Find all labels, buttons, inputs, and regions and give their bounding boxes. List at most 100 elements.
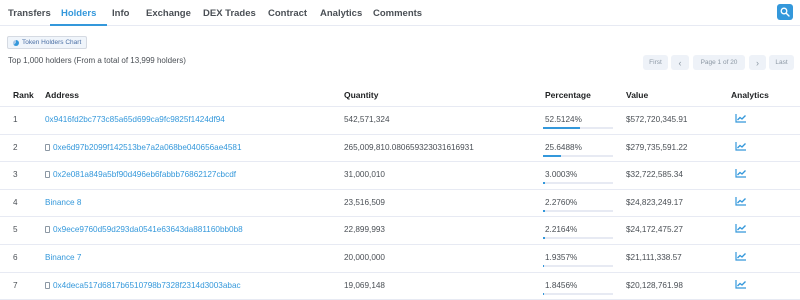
percentage-bar-fill [543,209,545,212]
address-link[interactable]: 0x4deca517d6817b6510798b7328f2314d3003ab… [45,281,241,290]
tab-holders[interactable]: Holders [61,8,96,19]
percentage-bar-track [543,154,613,157]
analytics-chart-icon[interactable] [735,168,747,178]
percentage-bar-track [543,127,613,129]
percentage-bar-track [543,292,613,295]
tab-analytics[interactable]: Analytics [320,8,362,19]
address-text: 0xe6d97b2099f142513be7a2a068be040656ae45… [53,142,242,152]
analytics-chart-icon[interactable] [735,223,747,233]
value-cell: $24,823,249.17 [626,197,683,207]
percentage-cell: 2.2164% [545,225,578,235]
analytics-chart-icon[interactable] [735,196,747,206]
value-cell: $572,720,345.91 [626,115,688,124]
contract-file-icon [45,281,50,289]
value-cell: $32,722,585.34 [626,170,683,180]
percentage-bar-fill [543,154,561,157]
percentage-cell: 25.6488% [545,142,582,152]
value-cell: $279,735,591.22 [626,142,688,152]
search-icon [780,7,790,17]
value-cell: $21,111,338.57 [626,253,682,262]
quantity-cell: 19,069,148 [344,280,385,290]
pagination-first-button[interactable]: First [643,55,668,70]
tab-dex-trades[interactable]: DEX Trades [203,8,256,19]
pagination-page-indicator: Page 1 of 20 [693,55,745,70]
address-link[interactable]: 0xe6d97b2099f142513be7a2a068be040656ae45… [45,143,242,152]
address-link[interactable]: Binance 8 [45,198,81,207]
tab-exchange[interactable]: Exchange [146,8,191,19]
percentage-bar-fill [543,127,580,129]
rank-cell: 2 [13,142,18,152]
percentage-bar-fill [543,237,545,240]
address-link[interactable]: 0x2e081a849a5bf90d496eb6fabbb76862127cbc… [45,170,236,179]
tab-bar: Transfers Holders Info Exchange DEX Trad… [0,0,800,26]
active-tab-indicator [50,24,107,26]
percentage-cell: 3.0003% [545,170,578,180]
rank-cell: 7 [13,280,18,290]
column-header-rank: Rank [13,90,34,100]
address-text: Binance 7 [45,253,82,262]
rank-cell: 4 [13,197,18,207]
address-link[interactable]: 0x9416fd2bc773c85a65d699ca9fc9825f1424df… [45,115,225,124]
holders-summary: Top 1,000 holders (From a total of 13,99… [8,56,186,65]
tab-comments[interactable]: Comments [373,8,422,19]
quantity-cell: 23,516,509 [344,197,385,207]
percentage-bar-fill [543,292,545,295]
percentage-cell: 52.5124% [545,115,582,124]
tab-info[interactable]: Info [112,8,129,19]
address-text: 0x9416fd2bc773c85a65d699ca9fc9825f1424df… [45,115,225,124]
analytics-chart-icon[interactable] [735,141,747,151]
pagination-prev-button[interactable]: ‹ [671,55,689,70]
rank-cell: 6 [13,253,18,262]
table-row: 2 0xe6d97b2099f142513be7a2a068be040656ae4… [0,135,800,163]
token-holders-chart-label: Token Holders Chart [22,39,82,46]
column-header-quantity: Quantity [344,90,379,100]
address-text: 0x9ece9760d59d293da0541e63643da881160bb0… [53,225,243,235]
analytics-chart-icon[interactable] [735,113,747,123]
address-text: 0x2e081a849a5bf90d496eb6fabbb76862127cbc… [53,170,237,180]
table-row: 5 0x9ece9760d59d293da0541e63643da881160bb… [0,217,800,245]
rank-cell: 5 [13,225,18,235]
pagination-next-button[interactable]: › [749,55,766,70]
percentage-bar-fill [543,265,545,267]
column-header-value: Value [626,90,649,100]
value-cell: $20,128,761.98 [626,280,683,290]
table-row: 4 Binance 8 23,516,509 2.2760% $24,823,249.1… [0,190,800,218]
address-text: 0x4deca517d6817b6510798b7328f2314d3003ab… [53,280,241,290]
tab-transfers[interactable]: Transfers [8,8,51,19]
quantity-cell: 20,000,000 [344,253,385,262]
column-header-address: Address [45,90,80,100]
quantity-cell: 31,000,010 [344,170,385,180]
percentage-bar-track [543,182,613,185]
pagination-last-button[interactable]: Last [769,55,794,70]
pie-chart-icon [13,39,19,46]
address-link[interactable]: Binance 7 [45,253,81,262]
column-header-percentage: Percentage [545,90,591,100]
holders-table-header: Rank Address Quantity Percentage Value A… [0,85,800,107]
rank-cell: 3 [13,170,18,180]
percentage-bar-track [543,237,613,240]
percentage-bar-track [543,209,613,212]
contract-file-icon [45,171,50,179]
value-cell: $24,172,475.27 [626,225,683,235]
percentage-bar-track [543,265,613,267]
table-row: 3 0x2e081a849a5bf90d496eb6fabbb76862127cb… [0,162,800,190]
analytics-chart-icon[interactable] [735,279,747,289]
address-link[interactable]: 0x9ece9760d59d293da0541e63643da881160bb0… [45,225,243,234]
contract-file-icon [45,226,50,234]
quantity-cell: 265,009,810.080659323031616931 [344,142,474,152]
quantity-cell: 542,571,324 [344,115,390,124]
percentage-bar-fill [543,182,546,185]
column-header-analytics: Analytics [731,90,769,100]
tab-contract[interactable]: Contract [268,8,307,19]
analytics-chart-icon[interactable] [735,251,747,261]
table-row: 7 0x4deca517d6817b6510798b7328f2314d3003a… [0,273,800,300]
percentage-cell: 2.2760% [545,197,578,207]
token-holders-chart-button[interactable]: Token Holders Chart [7,36,88,49]
address-text: Binance 8 [45,197,82,207]
percentage-cell: 1.9357% [545,253,578,262]
contract-file-icon [45,143,50,151]
table-row: 1 0x9416fd2bc773c85a65d699ca9fc9825f1424d… [0,107,800,135]
search-button[interactable] [777,4,793,20]
table-row: 6 Binance 7 20,000,000 1.9357% $21,111,338.5… [0,245,800,273]
rank-cell: 1 [13,115,18,124]
